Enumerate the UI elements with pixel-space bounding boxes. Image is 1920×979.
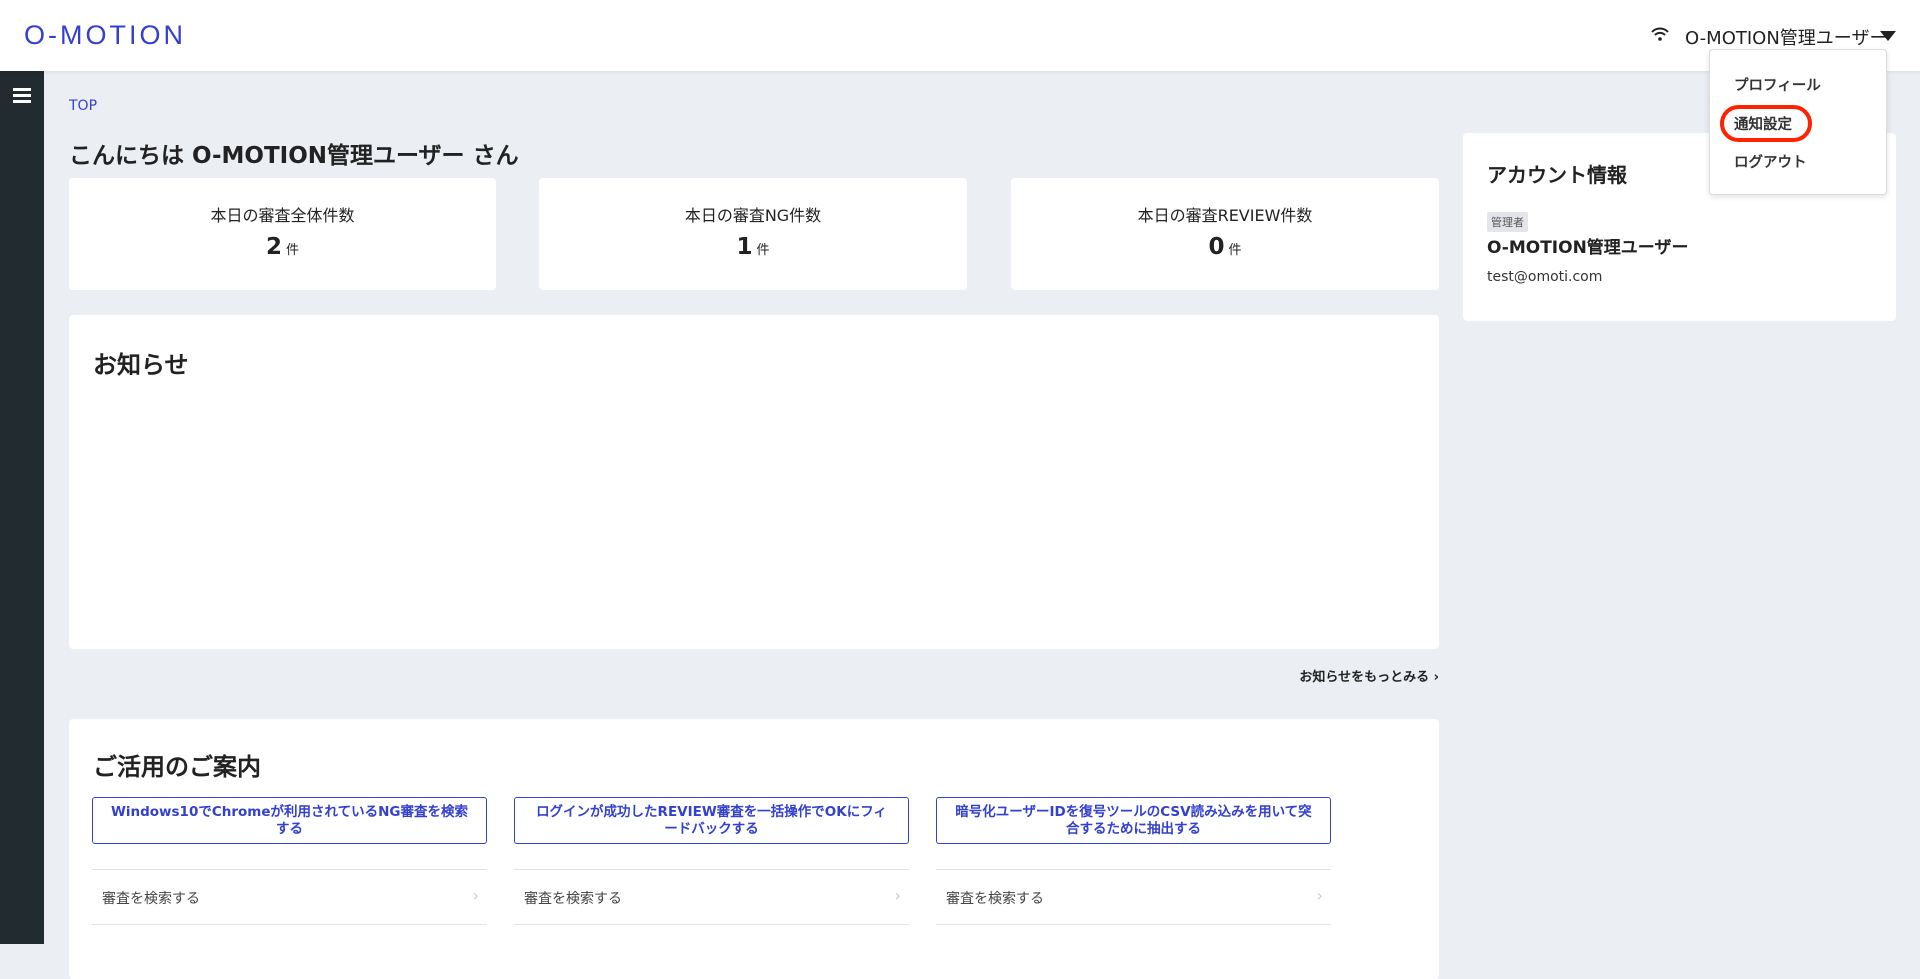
guide-title: ご活用のご案内	[93, 753, 261, 781]
guide-link-label: 審査を検索する	[946, 891, 1044, 907]
chevron-right-icon: ›	[1316, 886, 1323, 905]
guide-link-label: 審査を検索する	[102, 891, 200, 907]
chevron-right-icon: ›	[472, 886, 479, 905]
menu-item-profile[interactable]: プロフィール	[1734, 74, 1821, 95]
guide-card: ご活用のご案内 Windows10でChromeが利用されているNG審査を検索す…	[69, 719, 1439, 979]
guide-button[interactable]: 暗号化ユーザーIDを復号ツールのCSV読み込みを用いて突合するために抽出する	[936, 797, 1331, 844]
logo[interactable]: O-MOTION	[24, 20, 186, 51]
chevron-right-icon: ›	[894, 886, 901, 905]
stat-unit: 件	[756, 243, 770, 258]
guide-link[interactable]: 審査を検索する ›	[92, 869, 487, 925]
breadcrumb[interactable]: TOP	[69, 98, 97, 114]
stat-value: 1	[736, 234, 753, 260]
hamburger-menu-icon[interactable]	[13, 88, 31, 104]
stat-value: 0	[1208, 234, 1225, 260]
stat-title: 本日の審査全体件数	[210, 206, 355, 225]
news-card: お知らせ	[69, 315, 1439, 649]
role-badge: 管理者	[1487, 212, 1528, 232]
menu-item-logout[interactable]: ログアウト	[1734, 151, 1807, 172]
stat-value: 2	[265, 234, 282, 260]
stat-unit: 件	[1228, 243, 1242, 258]
account-title: アカウント情報	[1487, 163, 1627, 187]
stat-title: 本日の審査NG件数	[684, 206, 822, 225]
news-more-link[interactable]: お知らせをもっとみる ›	[1299, 666, 1439, 685]
guide-link-label: 審査を検索する	[524, 891, 622, 907]
sidebar	[0, 71, 44, 944]
news-title: お知らせ	[93, 351, 189, 379]
guide-link[interactable]: 審査を検索する ›	[936, 869, 1331, 925]
caret-down-icon[interactable]	[1880, 31, 1896, 41]
stat-card-ng: 本日の審査NG件数 1件	[539, 178, 967, 290]
stat-title: 本日の審査REVIEW件数	[1137, 206, 1313, 225]
page-title: こんにちは O-MOTION管理ユーザー さん	[69, 143, 519, 169]
guide-link[interactable]: 審査を検索する ›	[514, 869, 909, 925]
account-name: O-MOTION管理ユーザー	[1487, 238, 1689, 258]
user-dropdown-menu: プロフィール 通知設定 ログアウト	[1709, 49, 1887, 195]
guide-button[interactable]: Windows10でChromeが利用されているNG審査を検索する	[92, 797, 487, 844]
user-menu-toggle[interactable]: O-MOTION管理ユーザー	[1685, 24, 1887, 50]
stat-unit: 件	[286, 243, 300, 258]
stat-card-total: 本日の審査全体件数 2件	[69, 178, 496, 290]
wifi-icon	[1651, 27, 1669, 41]
menu-item-notification-settings[interactable]: 通知設定	[1734, 113, 1792, 134]
stat-card-review: 本日の審査REVIEW件数 0件	[1011, 178, 1439, 290]
guide-button[interactable]: ログインが成功したREVIEW審査を一括操作でOKにフィードバックする	[514, 797, 909, 844]
top-header: O-MOTION O-MOTION管理ユーザー	[0, 0, 1920, 71]
account-email: test@omoti.com	[1487, 269, 1603, 285]
